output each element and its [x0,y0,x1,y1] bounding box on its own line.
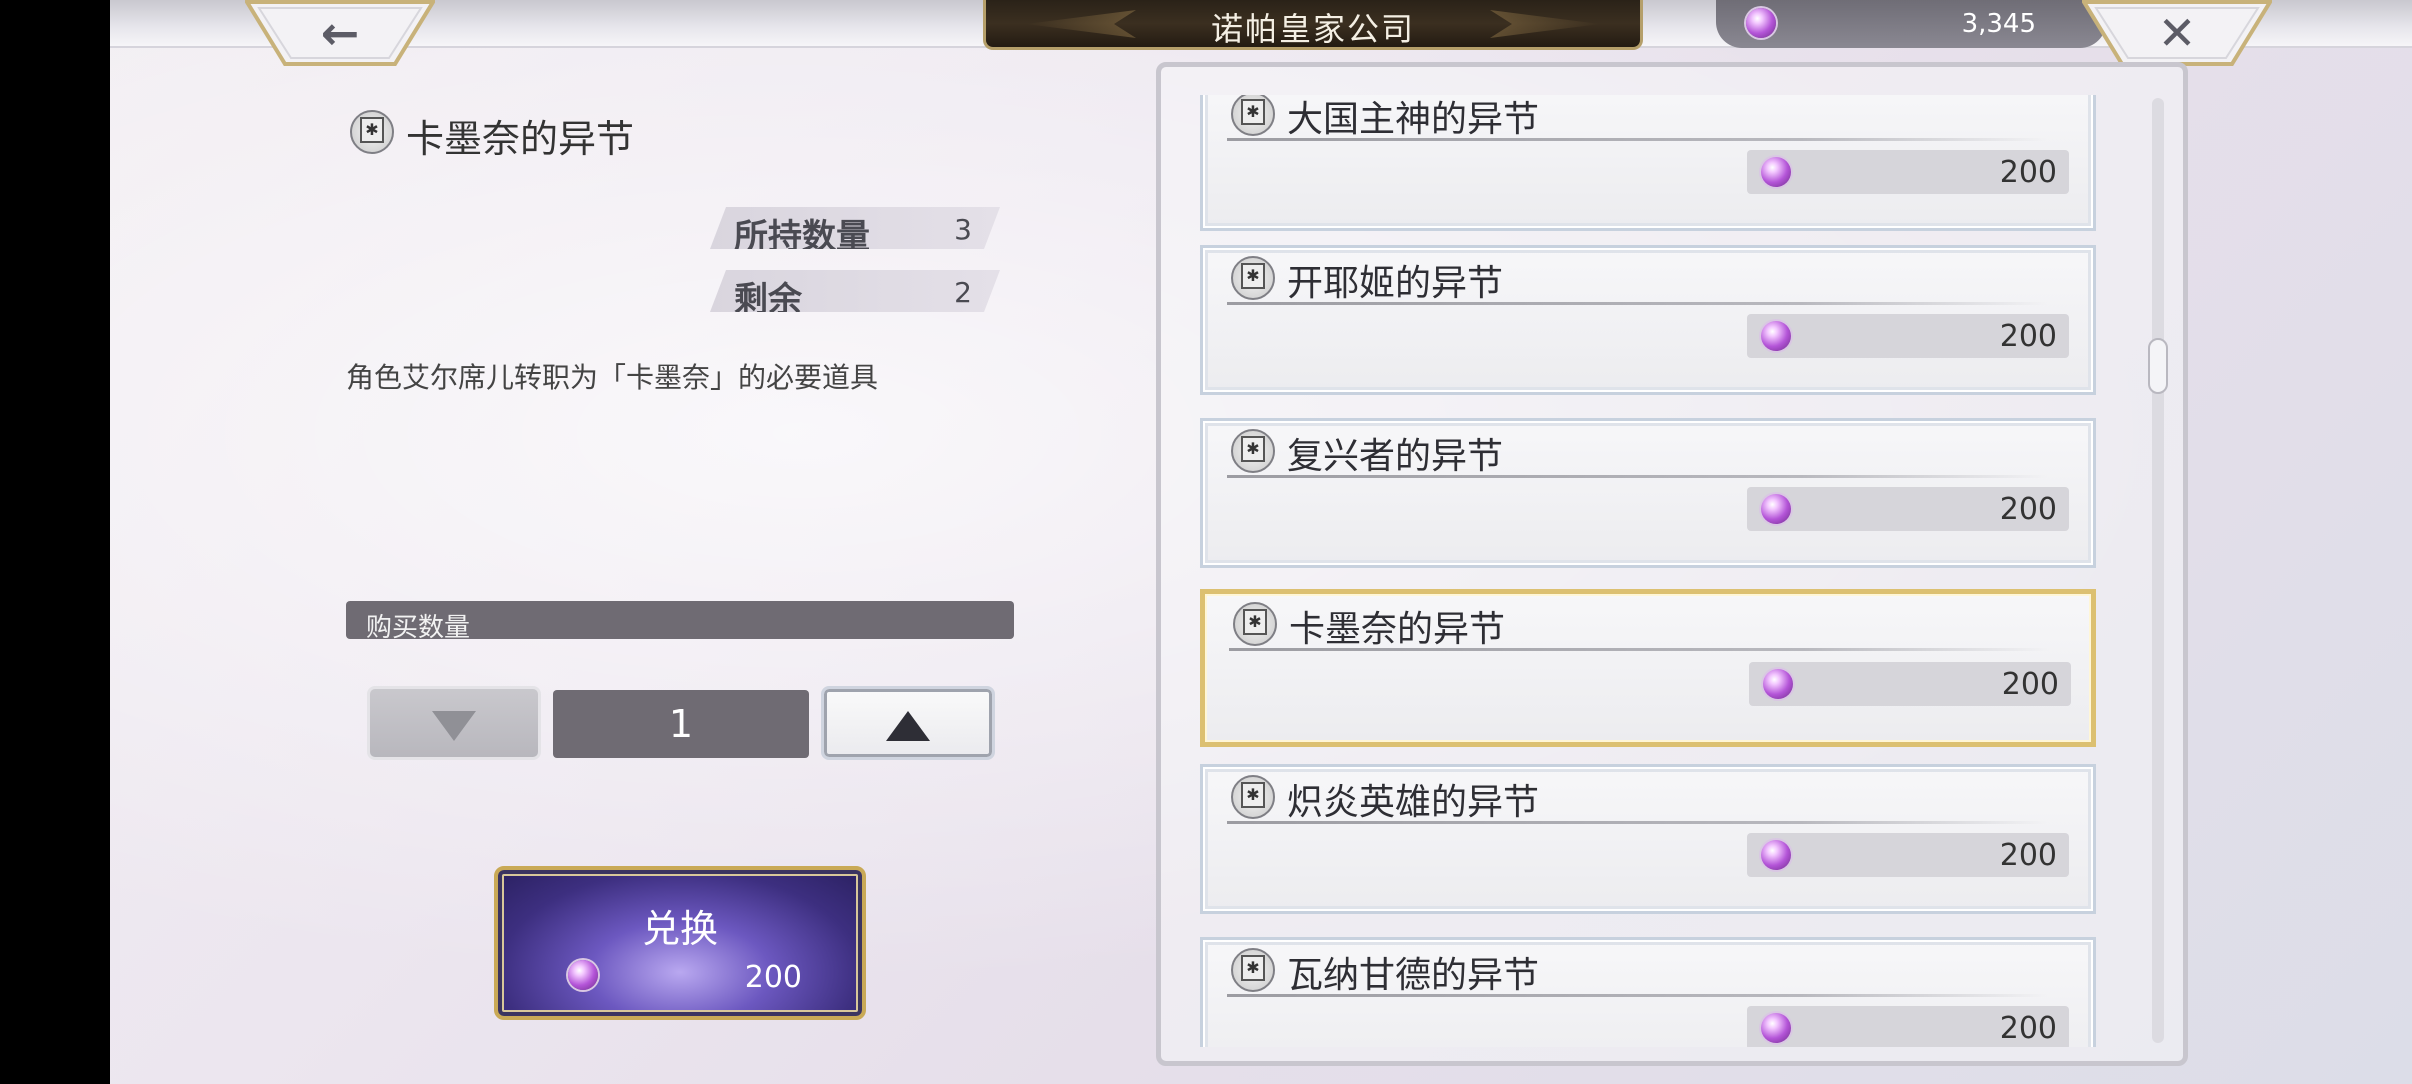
exchange-button[interactable]: 兑换 200 [494,866,866,1020]
price-tag: 200 [1747,487,2069,531]
chevron-down-icon [432,711,476,741]
divider [1227,138,2047,141]
quantity-value[interactable]: 1 [553,690,809,758]
list-scrollbar[interactable] [2152,98,2164,1043]
currency-amount: 3,345 [1961,9,2036,39]
gem-icon [568,960,598,990]
shop-title-plate: 诺帕皇家公司 [983,0,1643,50]
gem-icon [1763,669,1793,699]
book-icon [350,110,394,154]
shop-item-price: 200 [1999,838,2057,873]
gem-icon [1761,157,1791,187]
shop-item[interactable]: 开耶姬的异节 200 [1200,245,2096,395]
remaining-count-row: 剩余 2 [710,270,1000,312]
gem-icon [1761,321,1791,351]
exchange-price: 200 [744,960,802,995]
book-icon [1231,948,1275,992]
shop-title: 诺帕皇家公司 [1210,10,1415,48]
book-icon [1231,775,1275,819]
price-tag: 200 [1747,833,2069,877]
shop-item-price: 200 [1999,492,2057,527]
owned-value: 3 [954,213,972,246]
divider [1227,302,2047,305]
divider [1227,821,2047,824]
chevron-up-icon [886,711,930,741]
shop-item-price: 200 [1999,1011,2057,1046]
gem-icon [1761,494,1791,524]
close-icon: ✕ [2157,6,2197,60]
exchange-label: 兑换 [641,907,718,951]
price-tag: 200 [1747,150,2069,194]
price-tag: 200 [1747,314,2069,358]
price-tag: 200 [1749,662,2071,706]
price-tag: 200 [1747,1006,2069,1047]
book-icon [1233,602,1277,646]
shop-item[interactable]: 瓦纳甘德的异节 200 [1200,937,2096,1047]
close-button[interactable]: ✕ [2082,0,2272,66]
book-icon [1231,256,1275,300]
shop-item-name: 开耶姬的异节 [1287,263,1504,304]
shop-item-selected[interactable]: 卡墨奈的异节 200 [1200,589,2096,747]
divider [1229,648,2049,651]
purchase-quantity-label: 购买数量 [366,613,471,643]
purchase-quantity-header: 购买数量 [346,601,1014,643]
shop-item-name: 炽炎英雄的异节 [1287,782,1540,823]
gem-icon [1761,840,1791,870]
currency-display: 3,345 [1716,0,2106,48]
shop-item-name: 复兴者的异节 [1287,436,1504,477]
divider [1227,475,2047,478]
increase-quantity-button[interactable] [821,686,995,760]
shop-item[interactable]: 复兴者的异节 200 [1200,418,2096,568]
back-button[interactable]: ← [245,0,435,66]
shop-item[interactable]: 炽炎英雄的异节 200 [1200,764,2096,914]
owned-count-row: 所持数量 3 [710,207,1000,249]
remaining-value: 2 [954,276,972,309]
shop-item[interactable]: 大国主神的异节 200 [1200,95,2096,231]
shop-item-price: 200 [1999,155,2057,190]
divider [1227,994,2047,997]
book-icon [1231,429,1275,473]
back-arrow-icon: ← [320,6,360,60]
item-title: 卡墨奈的异节 [406,117,635,161]
decrease-quantity-button[interactable] [367,686,541,760]
gem-icon [1761,1013,1791,1043]
shop-item-price: 200 [1999,319,2057,354]
shop-item-price: 200 [2001,667,2059,702]
shop-item-name: 卡墨奈的异节 [1289,609,1506,650]
book-icon [1231,95,1275,136]
shop-list[interactable]: 大国主神的异节 200 开耶姬的异节 200 复兴者的异节 200 卡墨奈的异节… [1156,95,2188,1047]
shop-item-name: 大国主神的异节 [1287,99,1540,140]
shop-item-name: 瓦纳甘德的异节 [1287,955,1540,996]
gem-icon [1746,8,1776,38]
item-description: 角色艾尔席儿转职为「卡墨奈」的必要道具 [346,361,879,394]
scrollbar-thumb[interactable] [2148,338,2168,394]
